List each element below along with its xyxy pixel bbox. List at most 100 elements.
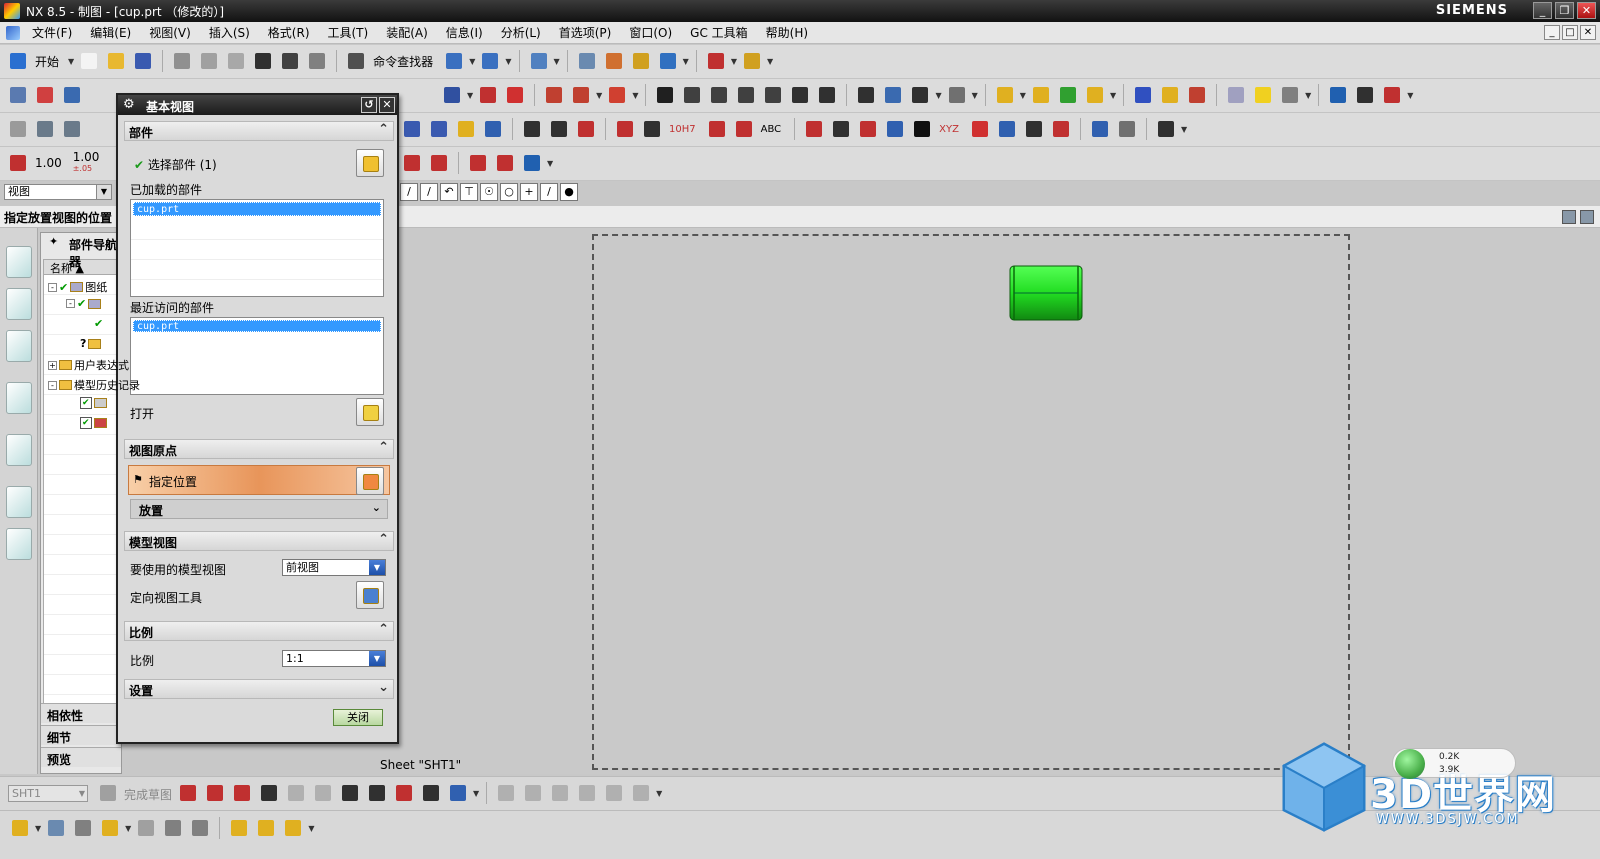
image-icon[interactable] [945, 83, 969, 107]
snap-bounded-grid-icon[interactable]: ● [560, 183, 578, 201]
collapse-icon[interactable]: ⌃ [378, 532, 389, 547]
details-section[interactable]: 细节 [41, 725, 121, 745]
update-views-icon[interactable] [602, 49, 626, 73]
sheet-template-icon[interactable] [1326, 83, 1350, 107]
refresh-icon[interactable] [968, 117, 992, 141]
snap-intersection-icon[interactable]: ⊤ [460, 183, 478, 201]
collapse-icon[interactable]: ⌃ [378, 440, 389, 455]
chamfer-icon[interactable] [311, 781, 335, 805]
database-icon[interactable] [60, 117, 84, 141]
constraint-icon[interactable] [575, 781, 599, 805]
intersection-icon[interactable] [854, 83, 878, 107]
menu-edit[interactable]: 编辑(E) [82, 24, 141, 41]
note-icon[interactable] [653, 83, 677, 107]
scale-value-2[interactable]: 1.00 ±.05 [73, 151, 100, 174]
menu-assemblies[interactable]: 装配(A) [378, 24, 438, 41]
marker-icon[interactable] [574, 117, 598, 141]
new-file-icon[interactable] [77, 49, 101, 73]
part-attributes-icon[interactable] [1088, 117, 1112, 141]
chevron-down-icon[interactable]: ▼ [96, 185, 111, 199]
save-icon[interactable] [131, 49, 155, 73]
polygon-icon[interactable] [365, 781, 389, 805]
expand-icon[interactable]: ⌄ [372, 501, 381, 514]
edit-style-icon[interactable] [400, 151, 424, 175]
feature-control-icon[interactable] [680, 83, 704, 107]
start-icon[interactable] [6, 49, 30, 73]
close-button[interactable]: 关闭 [333, 709, 383, 726]
layer-icon[interactable] [33, 117, 57, 141]
start-button-label[interactable]: 开始 [35, 53, 59, 70]
select-part-row[interactable]: ✔ 选择部件 (1) [134, 156, 217, 173]
component-array-icon[interactable] [71, 816, 95, 840]
arc-icon[interactable] [230, 781, 254, 805]
brush-icon[interactable] [1049, 117, 1073, 141]
extend-icon[interactable] [521, 781, 545, 805]
preview-section[interactable]: 预览 [41, 747, 121, 767]
view-origin-group-header[interactable]: 视图原点 ⌃ [124, 439, 394, 459]
specify-location-row[interactable]: ⚑ 指定位置 [128, 465, 390, 495]
undo-icon[interactable] [278, 49, 302, 73]
tolerance-label[interactable]: 10H7 [669, 124, 696, 135]
horizontal-dim-icon[interactable] [732, 117, 756, 141]
snap-control-point-icon[interactable]: ↶ [440, 183, 458, 201]
roles-icon[interactable] [6, 528, 32, 560]
centerline-icon[interactable] [605, 83, 629, 107]
menu-help[interactable]: 帮助(H) [758, 24, 818, 41]
spline-icon[interactable] [392, 781, 416, 805]
loaded-parts-list[interactable]: cup.prt [130, 199, 384, 297]
menu-file[interactable]: 文件(F) [24, 24, 82, 41]
settings-group-header[interactable]: 设置 ⌄ [124, 679, 394, 699]
snap-icon[interactable] [704, 49, 728, 73]
orient-view-tool-button[interactable] [356, 581, 384, 609]
tabular-note-icon[interactable] [993, 83, 1017, 107]
constraints-icon[interactable] [188, 816, 212, 840]
baseline-dim-icon[interactable] [705, 117, 729, 141]
scale-combo[interactable]: 1:1 ▼ [282, 650, 386, 667]
view-boundary-icon[interactable] [542, 83, 566, 107]
doc-minimize-button[interactable]: _ [1544, 25, 1560, 40]
arrange-icon[interactable] [481, 117, 505, 141]
snap-midpoint-icon[interactable]: / [420, 183, 438, 201]
dimension-sketch-icon[interactable] [629, 781, 653, 805]
line-icon[interactable] [203, 781, 227, 805]
graphics-window[interactable] [400, 228, 1600, 774]
explode-icon[interactable] [281, 816, 305, 840]
cup-view-preview[interactable] [1008, 264, 1084, 322]
text-block-icon[interactable] [454, 117, 478, 141]
origin-tool-icon[interactable] [1185, 83, 1209, 107]
tree-node-view[interactable]: ✔ [94, 317, 103, 330]
menu-view[interactable]: 视图(V) [141, 24, 201, 41]
projected-view-icon[interactable] [60, 83, 84, 107]
loaded-part-item[interactable]: cup.prt [133, 202, 381, 216]
tree-node-drawing[interactable]: - ✔ 图纸 [48, 279, 107, 295]
view-layout-icon[interactable] [6, 117, 30, 141]
surface-finish-icon[interactable] [788, 83, 812, 107]
chamfer-dim-icon[interactable] [802, 117, 826, 141]
break-view-icon[interactable] [503, 83, 527, 107]
command-finder-icon[interactable] [344, 49, 368, 73]
menu-tools[interactable]: 工具(T) [320, 24, 379, 41]
symbol-icon[interactable] [995, 117, 1019, 141]
fillet-icon[interactable] [284, 781, 308, 805]
point-icon[interactable] [419, 781, 443, 805]
assembly-nav-icon[interactable] [44, 816, 68, 840]
diameter-icon[interactable] [466, 151, 490, 175]
selection-filter-combo[interactable]: 视图 ▼ [4, 184, 112, 200]
expand-icon[interactable]: ⌄ [378, 680, 389, 695]
zone-icon[interactable] [547, 117, 571, 141]
tree-node-feature-2[interactable]: ✔ [80, 417, 107, 429]
dialog-gear-icon[interactable]: ⚙ [123, 97, 135, 112]
base-view-icon[interactable] [33, 83, 57, 107]
hide-components-icon[interactable] [1224, 83, 1248, 107]
border-icon[interactable] [520, 117, 544, 141]
circle-icon[interactable] [257, 781, 281, 805]
minimize-button[interactable]: _ [1533, 2, 1552, 19]
collapse-icon[interactable]: ⌃ [378, 622, 389, 637]
show-components-icon[interactable] [1251, 83, 1275, 107]
open-part-button[interactable] [356, 398, 384, 426]
reset-icon[interactable]: ↺ [361, 97, 377, 113]
full-screen-icon[interactable] [1580, 210, 1594, 224]
redo-icon[interactable] [305, 49, 329, 73]
mirror-assembly-icon[interactable] [161, 816, 185, 840]
finish-sketch-label[interactable]: 完成草图 [124, 786, 172, 803]
